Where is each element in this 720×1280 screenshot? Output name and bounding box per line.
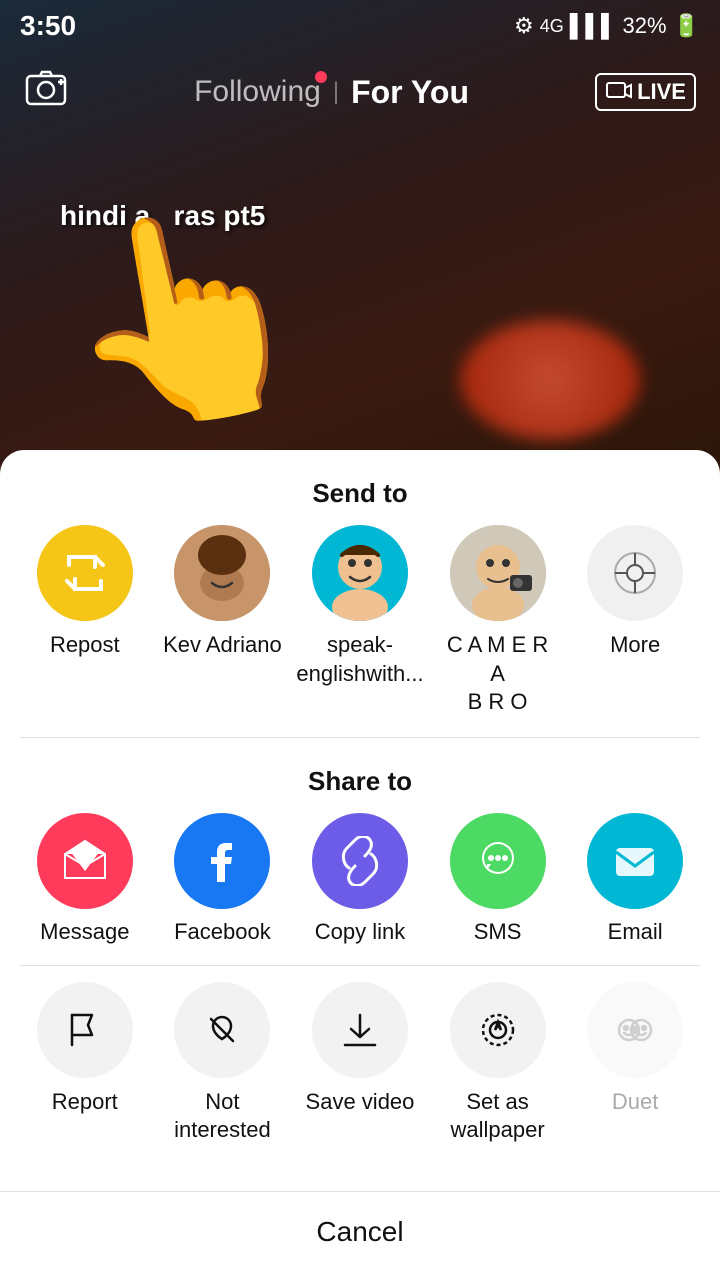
action-save-video[interactable]: Save video bbox=[300, 982, 420, 1145]
contact-more[interactable]: More bbox=[575, 525, 695, 717]
share-to-row: Message Facebook Copy link bbox=[0, 813, 720, 965]
share-facebook[interactable]: Facebook bbox=[162, 813, 282, 945]
top-nav: Following | For You LIVE bbox=[0, 52, 720, 132]
wallpaper-icon bbox=[450, 982, 546, 1078]
nav-separator: | bbox=[333, 78, 339, 106]
action-wallpaper[interactable]: Set as wallpaper bbox=[438, 982, 558, 1145]
contact-camera[interactable]: C A M E R A B R O bbox=[438, 525, 558, 717]
action-not-interested[interactable]: Not interested bbox=[162, 982, 282, 1145]
avatar-kev bbox=[174, 525, 270, 621]
video-red-object bbox=[460, 320, 640, 440]
save-video-icon bbox=[312, 982, 408, 1078]
facebook-icon bbox=[174, 813, 270, 909]
nav-live-dot bbox=[315, 71, 327, 83]
share-email[interactable]: Email bbox=[575, 813, 695, 945]
status-icons: ⚙ 4G ▌▌▌ 32% 🔋 bbox=[514, 13, 700, 39]
share-message[interactable]: Message bbox=[25, 813, 145, 945]
nav-center: Following | For You bbox=[194, 74, 469, 111]
send-to-header: Send to bbox=[0, 450, 720, 525]
report-icon bbox=[37, 982, 133, 1078]
contact-repost[interactable]: Repost bbox=[25, 525, 145, 717]
not-interested-icon bbox=[174, 982, 270, 1078]
signal-icon: ▌▌▌ bbox=[570, 13, 617, 39]
share-message-label: Message bbox=[40, 919, 129, 945]
live-button[interactable]: LIVE bbox=[595, 73, 696, 111]
duet-icon bbox=[587, 982, 683, 1078]
action-report-label: Report bbox=[52, 1088, 118, 1117]
action-wallpaper-label: Set as wallpaper bbox=[450, 1088, 544, 1145]
avatar-repost bbox=[37, 525, 133, 621]
nav-foryou[interactable]: For You bbox=[351, 74, 469, 111]
action-row: Report Not interested Save video bbox=[0, 966, 720, 1165]
share-sms-label: SMS bbox=[474, 919, 522, 945]
hand-emoji: 👆 bbox=[41, 180, 327, 455]
email-icon bbox=[587, 813, 683, 909]
action-duet: Duet bbox=[575, 982, 695, 1145]
avatar-more bbox=[587, 525, 683, 621]
status-time: 3:50 bbox=[20, 10, 76, 42]
share-email-label: Email bbox=[608, 919, 663, 945]
bottom-sheet: Send to Repost bbox=[0, 450, 720, 1280]
avatar-speak bbox=[312, 525, 408, 621]
contact-speak-label: speak-englishwith... bbox=[296, 631, 423, 688]
battery-icon: 32% bbox=[623, 13, 667, 39]
send-to-row: Repost Kev Adriano bbox=[0, 525, 720, 737]
contact-camera-label: C A M E R A B R O bbox=[438, 631, 558, 717]
contact-kev-label: Kev Adriano bbox=[163, 631, 282, 660]
share-sms[interactable]: SMS bbox=[438, 813, 558, 945]
avatar-camera bbox=[450, 525, 546, 621]
share-copylink[interactable]: Copy link bbox=[300, 813, 420, 945]
data-icon: 4G bbox=[540, 16, 564, 37]
contact-repost-label: Repost bbox=[50, 631, 120, 660]
bluetooth-icon: ⚙ bbox=[514, 13, 534, 39]
contact-kev[interactable]: Kev Adriano bbox=[162, 525, 282, 717]
contact-more-label: More bbox=[610, 631, 660, 660]
action-report[interactable]: Report bbox=[25, 982, 145, 1145]
status-bar: 3:50 ⚙ 4G ▌▌▌ 32% 🔋 bbox=[0, 0, 720, 52]
message-icon bbox=[37, 813, 133, 909]
camera-plus-icon[interactable] bbox=[24, 66, 68, 119]
sms-icon bbox=[450, 813, 546, 909]
action-duet-label: Duet bbox=[612, 1088, 658, 1117]
battery-shape: 🔋 bbox=[673, 13, 700, 39]
copylink-icon bbox=[312, 813, 408, 909]
action-save-video-label: Save video bbox=[306, 1088, 415, 1117]
contact-speak[interactable]: speak-englishwith... bbox=[300, 525, 420, 717]
share-copylink-label: Copy link bbox=[315, 919, 405, 945]
nav-following[interactable]: Following bbox=[194, 75, 321, 109]
share-facebook-label: Facebook bbox=[174, 919, 271, 945]
share-to-header: Share to bbox=[0, 738, 720, 813]
cancel-button[interactable]: Cancel bbox=[0, 1191, 720, 1280]
action-not-interested-label: Not interested bbox=[174, 1088, 271, 1145]
